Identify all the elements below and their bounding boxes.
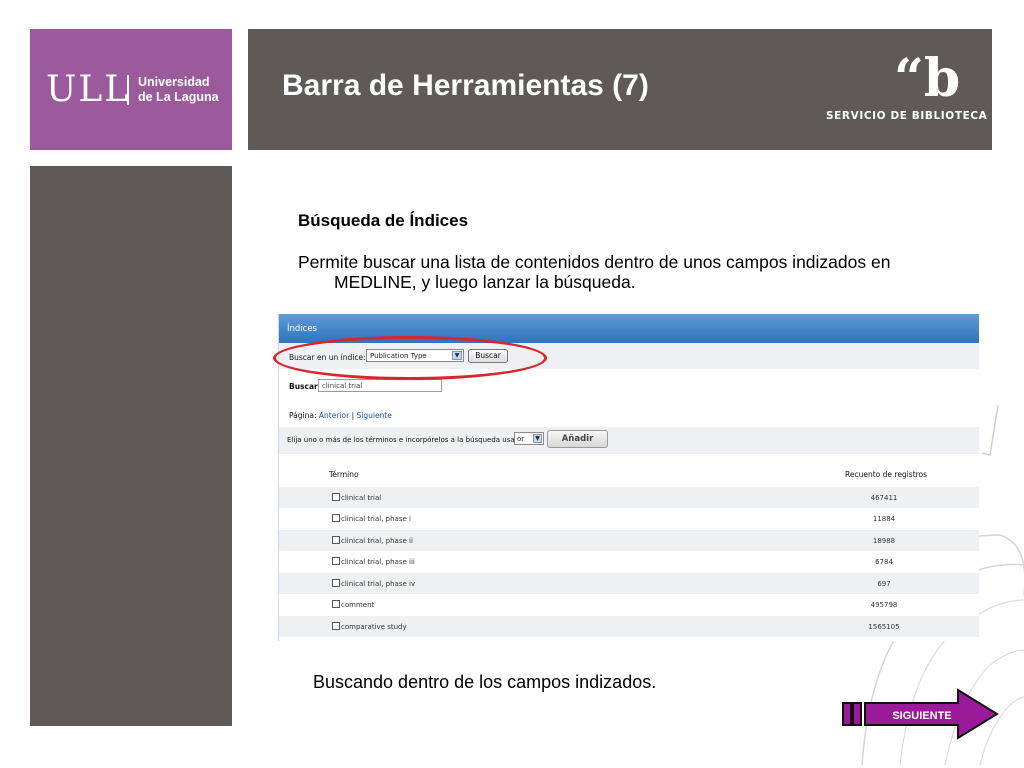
term-name: comparative study <box>341 623 407 631</box>
operator-value: or <box>517 435 525 443</box>
search-input[interactable]: clinical trial <box>318 379 442 392</box>
highlight-ellipse <box>273 336 547 380</box>
term-count: 495798 <box>870 601 898 609</box>
pagination: Página: Anterior | Siguiente <box>289 411 392 420</box>
library-logo-mark: “b <box>894 48 961 109</box>
term-checkbox[interactable] <box>332 536 340 544</box>
term-checkbox[interactable] <box>332 622 340 630</box>
column-header-term: Término <box>329 470 359 479</box>
next-arrow-icon: SIGUIENTE <box>842 688 999 740</box>
ull-logo: ULL Universidad de La Laguna <box>30 29 232 150</box>
term-checkbox[interactable] <box>332 579 340 587</box>
term-count: 18988 <box>872 537 896 545</box>
page-separator: | <box>351 411 355 420</box>
table-row: clinical trial, phase iii 6784 <box>279 551 979 572</box>
table-row: comment 495798 <box>279 594 979 615</box>
caption: Buscando dentro de los campos indizados. <box>313 672 657 692</box>
university-name-line1: Universidad <box>138 75 210 89</box>
term-name: comment <box>341 601 375 609</box>
panel-title: Índices <box>287 324 317 334</box>
operator-select[interactable]: or ▼ <box>514 432 544 445</box>
term-name: clinical trial, phase i <box>341 515 411 523</box>
library-logo-text: SERVICIO DE BIBLIOTECA <box>826 110 988 122</box>
table-row: comparative study 1565105 <box>279 616 979 637</box>
chevron-down-icon: ▼ <box>533 434 542 443</box>
next-button[interactable]: SIGUIENTE <box>842 688 1000 740</box>
section-title: Búsqueda de Índices <box>298 211 469 230</box>
term-name: clinical trial <box>341 494 382 502</box>
term-count: 6784 <box>875 558 893 566</box>
term-checkbox[interactable] <box>332 600 340 608</box>
term-count: 1565105 <box>868 623 900 631</box>
next-button-label: SIGUIENTE <box>892 710 951 722</box>
term-name: clinical trial, phase ii <box>341 537 413 545</box>
table-row: clinical trial, phase i 11884 <box>279 508 979 529</box>
page-label: Página: <box>289 411 317 420</box>
prev-link[interactable]: Anterior <box>319 411 349 420</box>
university-name: Universidad de La Laguna <box>138 75 219 105</box>
add-button[interactable]: Añadir <box>547 430 608 448</box>
side-panel <box>30 166 232 726</box>
column-header-count: Recuento de registros <box>845 470 928 479</box>
header-bar: Barra de Herramientas (7) “b SERVICIO DE… <box>248 29 992 150</box>
table-row: clinical trial, phase iv 697 <box>279 573 979 594</box>
term-name: clinical trial, phase iv <box>341 580 416 588</box>
term-checkbox[interactable] <box>332 557 340 565</box>
table-row: clinical trial, phase ii 18988 <box>279 530 979 551</box>
choose-terms-text: Elija uno o más de los términos e incorp… <box>287 436 531 444</box>
term-name: clinical trial, phase iii <box>341 558 415 566</box>
ull-logo-mark: ULL <box>46 69 131 110</box>
search-label: Buscar: <box>289 382 321 391</box>
term-count: 11884 <box>872 515 896 523</box>
logo-divider <box>127 75 129 105</box>
next-link[interactable]: Siguiente <box>357 411 392 420</box>
university-name-line2: de La Laguna <box>138 90 219 104</box>
section-description: Permite buscar una lista de contenidos d… <box>298 252 891 292</box>
term-checkbox[interactable] <box>332 493 340 501</box>
table-row: clinical trial 467411 <box>279 487 979 508</box>
term-count: 467411 <box>870 494 898 502</box>
term-checkbox[interactable] <box>332 514 340 522</box>
page-title: Barra de Herramientas (7) <box>282 69 649 102</box>
term-count: 697 <box>877 580 891 588</box>
